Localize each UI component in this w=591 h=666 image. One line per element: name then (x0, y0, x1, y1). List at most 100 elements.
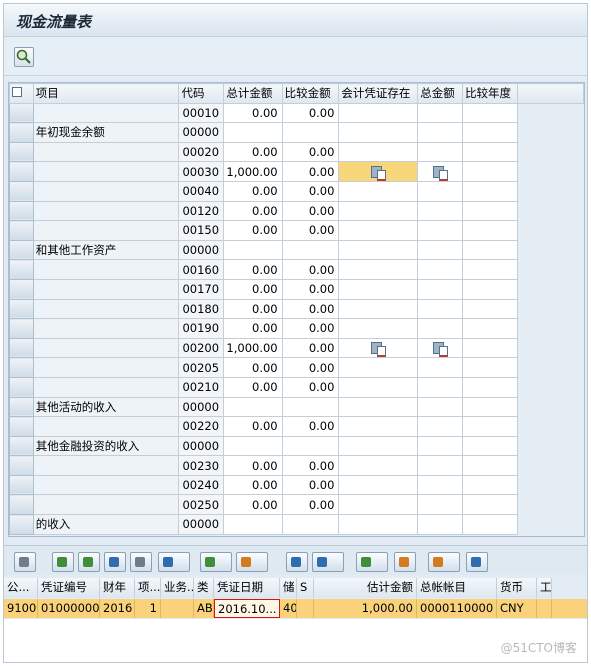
row-ledger-cell[interactable] (417, 278, 464, 300)
grid-row[interactable]: 00170 0.00 0.00 (9, 278, 584, 300)
graphic-icon[interactable] (428, 552, 460, 572)
print-icon[interactable] (286, 552, 308, 572)
row-ledger-cell[interactable] (417, 102, 464, 124)
row-voucher-cell[interactable] (338, 102, 419, 124)
row-ledger-cell[interactable] (417, 200, 464, 222)
row-ledger-cell[interactable] (417, 298, 464, 320)
sort-ascending-icon[interactable] (52, 552, 74, 572)
column-header-total[interactable]: 总计金额 (223, 83, 283, 104)
column-header-ledger[interactable]: 总金额 (417, 83, 464, 104)
column-header-year[interactable]: 比较年度 (462, 83, 518, 104)
row-selector[interactable] (9, 455, 34, 476)
alv-cell[interactable]: 1,000.00 (314, 599, 417, 618)
find-next-icon[interactable] (130, 552, 152, 572)
document-display-icon[interactable] (432, 342, 448, 357)
alv-column-header[interactable]: 储 (280, 578, 297, 598)
alv-cell[interactable]: 0100000002 (38, 599, 100, 618)
row-voucher-cell[interactable] (338, 239, 419, 261)
row-selector[interactable] (9, 416, 34, 437)
subtotal-icon[interactable] (236, 552, 268, 572)
find-icon[interactable] (104, 552, 126, 572)
alv-column-header[interactable]: 总帐帐目 (417, 578, 497, 598)
search-detail-icon[interactable] (14, 47, 34, 67)
alv-column-header[interactable]: 类 (194, 578, 214, 598)
grid-row[interactable]: 其他金融投资的收入 00000 (9, 435, 584, 457)
row-ledger-cell[interactable] (417, 161, 464, 182)
row-ledger-cell[interactable] (417, 337, 464, 359)
sort-descending-icon[interactable] (78, 552, 100, 572)
alv-column-header[interactable]: 财年 (100, 578, 135, 598)
alv-column-header[interactable]: 项... (135, 578, 161, 598)
row-voucher-cell[interactable] (338, 376, 419, 398)
row-selector[interactable] (9, 220, 34, 241)
row-ledger-cell[interactable] (417, 220, 464, 241)
row-selector[interactable] (9, 141, 34, 163)
column-header-voucher[interactable]: 会计凭证存在 (338, 83, 419, 104)
row-selector[interactable] (9, 318, 34, 339)
row-voucher-cell[interactable] (338, 122, 419, 143)
grid-row[interactable]: 00210 0.00 0.00 (9, 376, 584, 398)
row-voucher-cell[interactable] (338, 259, 419, 280)
row-selector[interactable] (9, 298, 34, 320)
grid-row[interactable]: 00230 0.00 0.00 (9, 455, 584, 476)
column-header-compare[interactable]: 比较金额 (281, 83, 340, 104)
document-display-icon[interactable] (432, 165, 448, 181)
alv-column-header[interactable]: 凭证日期 (214, 578, 280, 598)
row-ledger-cell[interactable] (417, 318, 464, 339)
alv-cell[interactable]: 40 (280, 599, 297, 618)
row-ledger-cell[interactable] (417, 239, 464, 261)
row-ledger-cell[interactable] (417, 122, 464, 143)
row-voucher-cell[interactable] (338, 141, 419, 163)
row-selector[interactable] (9, 337, 34, 359)
row-selector[interactable] (9, 102, 34, 124)
grid-row[interactable]: 00040 0.00 0.00 (9, 180, 584, 202)
row-selector[interactable] (9, 161, 34, 182)
row-voucher-cell[interactable] (338, 494, 419, 516)
alv-cell[interactable]: 2016 (100, 599, 135, 618)
sum-icon[interactable] (200, 552, 232, 572)
row-selector[interactable] (9, 474, 34, 496)
alv-column-header[interactable]: 估计金额 (314, 578, 417, 598)
alv-cell[interactable]: CNY (497, 599, 537, 618)
detail-icon[interactable] (14, 552, 36, 572)
alv-cell[interactable] (161, 599, 194, 618)
row-selector[interactable] (9, 376, 34, 398)
row-voucher-cell[interactable] (338, 161, 419, 182)
row-voucher-cell[interactable] (338, 514, 419, 535)
layout-icon[interactable] (394, 552, 416, 572)
grid-row[interactable]: 其他活动的收入 00000 (9, 396, 584, 418)
info-icon[interactable] (466, 552, 488, 572)
grid-row[interactable]: 00120 0.00 0.00 (9, 200, 584, 222)
row-ledger-cell[interactable] (417, 474, 464, 496)
alv-cell[interactable] (297, 599, 314, 618)
row-selector[interactable] (9, 396, 34, 418)
row-ledger-cell[interactable] (417, 435, 464, 457)
views-icon[interactable] (312, 552, 344, 572)
grid-row[interactable]: 00020 0.00 0.00 (9, 141, 584, 163)
alv-cell[interactable] (537, 599, 552, 618)
alv-cell[interactable]: AB (194, 599, 214, 618)
row-ledger-cell[interactable] (417, 259, 464, 280)
grid-row[interactable]: 和其他工作资产 00000 (9, 239, 584, 261)
alv-cell[interactable]: 9100 (4, 599, 38, 618)
row-voucher-cell[interactable] (338, 455, 419, 476)
document-display-icon[interactable] (370, 342, 386, 357)
row-ledger-cell[interactable] (417, 514, 464, 535)
row-voucher-cell[interactable] (338, 180, 419, 202)
grid-row[interactable]: 00250 0.00 0.00 (9, 494, 584, 516)
row-voucher-cell[interactable] (338, 220, 419, 241)
alv-column-header[interactable]: S (297, 578, 314, 598)
alv-cell[interactable]: 2016.10... (214, 599, 280, 618)
row-ledger-cell[interactable] (417, 455, 464, 476)
row-selector[interactable] (9, 494, 34, 516)
row-voucher-cell[interactable] (338, 396, 419, 418)
row-selector[interactable] (9, 200, 34, 222)
grid-row[interactable]: 00220 0.00 0.00 (9, 416, 584, 437)
document-display-icon[interactable] (370, 165, 386, 181)
grid-row[interactable]: 00030 1,000.00 0.00 (9, 161, 584, 182)
alv-cell[interactable]: 1 (135, 599, 161, 618)
grid-row[interactable]: 00200 1,000.00 0.00 (9, 337, 584, 359)
select-all-icon[interactable] (9, 83, 34, 104)
row-ledger-cell[interactable] (417, 180, 464, 202)
row-selector[interactable] (9, 435, 34, 457)
